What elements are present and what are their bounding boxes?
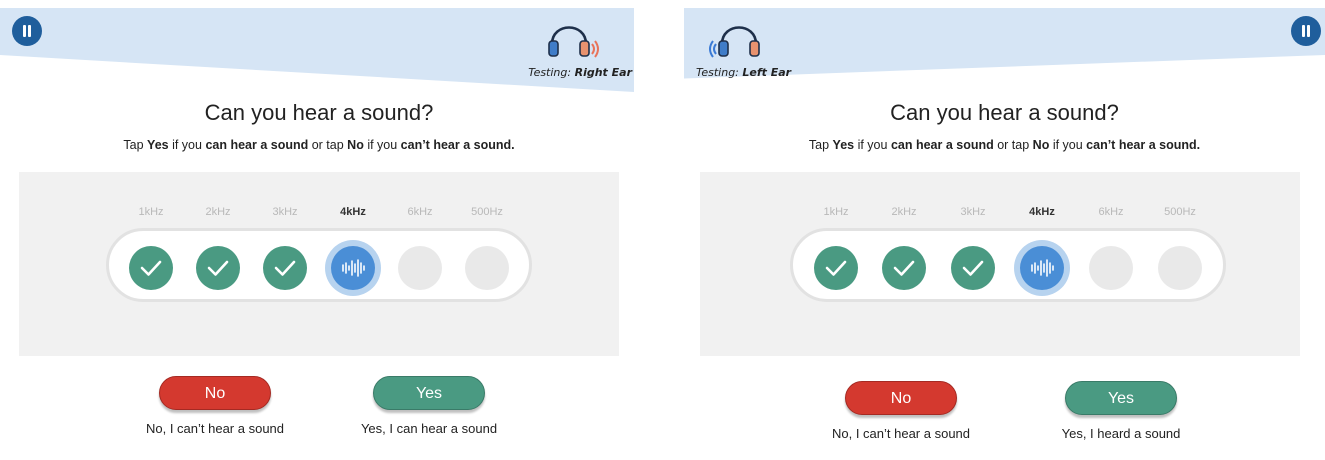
headphones-right-ear-icon xyxy=(548,26,599,58)
yes-answer-group: Yes Yes, I heard a sound xyxy=(1046,381,1196,442)
frequency-progress-track xyxy=(106,228,532,302)
no-caption: No, I can’t hear a sound xyxy=(831,426,971,441)
frequency-label-current: 4kHz xyxy=(1029,206,1055,218)
sound-wave-icon xyxy=(342,259,365,277)
no-answer-group: No No, I can’t hear a sound xyxy=(826,381,976,442)
testing-ear-value: Left Ear xyxy=(742,66,792,79)
step-pending xyxy=(398,246,442,290)
testing-prefix: Testing: xyxy=(528,66,572,79)
sound-wave-icon xyxy=(1031,259,1054,277)
hearing-test-screen-left-ear: Testing: Left Ear Can you hear a sound? … xyxy=(684,0,1325,460)
yes-answer-group: Yes Yes, I can hear a sound xyxy=(354,376,504,437)
question-heading: Can you hear a sound? xyxy=(204,100,434,125)
yes-button[interactable]: Yes xyxy=(373,376,485,410)
frequency-label: 3kHz xyxy=(960,206,986,218)
instruction-text: Tap Yes if you can hear a sound or tap N… xyxy=(808,138,1201,152)
frequency-label: 2kHz xyxy=(205,206,231,218)
step-done xyxy=(263,246,307,290)
step-pending xyxy=(1089,246,1133,290)
header-banner xyxy=(684,8,1325,79)
no-caption: No, I can’t hear a sound xyxy=(145,421,285,436)
frequency-progress-panel: 1kHz 2kHz 3kHz 4kHz 6kHz 500Hz xyxy=(19,172,619,356)
yes-caption: Yes, I heard a sound xyxy=(1061,426,1181,441)
frequency-label-current: 4kHz xyxy=(340,206,366,218)
frequency-label: 500Hz xyxy=(1164,206,1196,218)
frequency-label: 500Hz xyxy=(471,206,503,218)
checkmark-icon xyxy=(140,260,162,276)
no-button[interactable]: No xyxy=(159,376,271,410)
step-current xyxy=(1020,246,1064,290)
frequency-label: 6kHz xyxy=(1098,206,1124,218)
frequency-labels: 1kHz 2kHz 3kHz 4kHz 6kHz 500Hz xyxy=(19,206,619,222)
frequency-label: 1kHz xyxy=(823,206,849,218)
pause-button[interactable] xyxy=(12,16,42,46)
frequency-labels: 1kHz 2kHz 3kHz 4kHz 6kHz 500Hz xyxy=(700,206,1300,222)
header-banner xyxy=(0,8,634,92)
testing-ear-label: Testing: Right Ear xyxy=(528,66,632,79)
checkmark-icon xyxy=(274,260,296,276)
step-done xyxy=(196,246,240,290)
frequency-label: 1kHz xyxy=(138,206,164,218)
step-done xyxy=(129,246,173,290)
checkmark-icon xyxy=(825,260,847,276)
checkmark-icon xyxy=(893,260,915,276)
step-done xyxy=(951,246,995,290)
frequency-progress-track xyxy=(790,228,1226,302)
frequency-label: 3kHz xyxy=(272,206,298,218)
headphones-left-ear-icon xyxy=(709,26,760,58)
no-button[interactable]: No xyxy=(845,381,957,415)
yes-caption: Yes, I can hear a sound xyxy=(360,421,498,436)
checkmark-icon xyxy=(207,260,229,276)
hearing-test-screen-right-ear: Testing: Right Ear Can you hear a sound?… xyxy=(0,0,638,460)
step-current xyxy=(331,246,375,290)
testing-prefix: Testing: xyxy=(696,66,739,79)
instruction-text: Tap Yes if you can hear a sound or tap N… xyxy=(123,138,515,152)
no-answer-group: No No, I can’t hear a sound xyxy=(140,376,290,437)
testing-ear-value: Right Ear xyxy=(574,66,632,79)
pause-button[interactable] xyxy=(1291,16,1321,46)
checkmark-icon xyxy=(962,260,984,276)
testing-ear-label: Testing: Left Ear xyxy=(696,66,791,79)
step-done xyxy=(882,246,926,290)
pause-icon xyxy=(23,25,26,37)
yes-button[interactable]: Yes xyxy=(1065,381,1177,415)
pause-icon xyxy=(1302,25,1305,37)
frequency-progress-panel: 1kHz 2kHz 3kHz 4kHz 6kHz 500Hz xyxy=(700,172,1300,356)
question-heading: Can you hear a sound? xyxy=(890,100,1119,125)
step-done xyxy=(814,246,858,290)
step-pending xyxy=(1158,246,1202,290)
step-pending xyxy=(465,246,509,290)
frequency-label: 6kHz xyxy=(407,206,433,218)
frequency-label: 2kHz xyxy=(891,206,917,218)
